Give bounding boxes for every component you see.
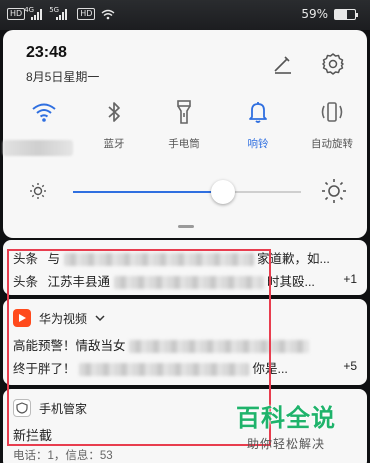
notification-toutiao[interactable]: 头条 与 家道歉，如... 头条 江苏丰县通 时其殴... +1 [3,240,367,295]
redacted-text [63,253,254,267]
watermark-title: 百科全说 [236,404,336,432]
brightness-low-icon [30,183,46,199]
clock-date: 8月5日星期一 [26,70,100,84]
status-bar: HD 4G 5G HD 59% [0,0,370,30]
hd-badge: HD [7,8,26,20]
notification-count: +5 [343,359,357,373]
app-name: 手机管家 [39,401,88,416]
battery-icon [334,8,358,20]
notification-title: 新拦截 [13,428,53,443]
tile-label: 蓝牙 [103,138,125,150]
notification-text-start: 与 [47,252,61,266]
notification-prefix: 头条 [13,275,39,289]
notification-text-start: 高能预警！情敌当女 [13,339,126,353]
signal-icon: 5G [49,6,68,20]
notification-text-start: 终于胖了！ [13,362,76,376]
tile-auto-rotate[interactable]: 自动旋转 [297,98,367,151]
notification-app-header: 华为视频 [13,309,105,327]
notification-text-end: 时其殴... [266,275,315,289]
battery-percent: 59% [301,7,328,21]
redacted-text [129,340,309,354]
notification-row: 终于胖了！ 你是... [13,358,288,377]
chevron-down-icon[interactable] [95,313,105,323]
redacted-text [113,276,264,290]
notification-row: 头条 与 家道歉，如... [13,248,330,267]
notification-row: 头条 江苏丰县通 时其殴... [13,271,315,290]
wifi-status-icon [101,9,115,19]
rotate-icon [321,102,343,122]
redacted-text [79,363,249,377]
brightness-slider[interactable] [73,180,301,204]
notification-prefix: 头条 [13,252,39,266]
tile-wifi[interactable] [9,98,79,126]
notification-app-header: 手机管家 [13,399,87,417]
brightness-control [3,170,367,214]
panel-drag-handle[interactable] [178,225,194,228]
gear-icon[interactable] [320,51,346,77]
tile-label: 手电筒 [168,138,200,150]
bell-icon [249,102,267,123]
huawei-video-app-icon [13,309,31,327]
bluetooth-icon [108,102,120,122]
wifi-network-name-redacted [3,140,73,156]
notification-text-end: 你是... [252,362,288,376]
notification-row: 高能预警！情敌当女 [13,335,309,354]
status-icons-right: 59% [301,7,358,21]
signal-icon: 4G [24,6,43,20]
tile-flashlight[interactable]: 手电筒 [149,98,219,151]
network-type-label: 4G [24,5,35,14]
notification-count: +1 [343,272,357,286]
edit-icon[interactable] [271,52,295,76]
tile-ringer[interactable]: 响铃 [223,98,293,151]
brightness-slider-fill [73,191,224,193]
watermark: 百科全说 助你轻松解决 [236,398,336,452]
tile-label: 自动旋转 [311,138,353,150]
status-icons-left: HD 4G 5G HD [7,6,115,20]
notification-text-end: 家道歉，如... [256,252,330,266]
quick-settings-panel: 23:48 8月5日星期一 蓝牙 手电筒 响铃 自动旋转 [3,30,367,238]
tile-bluetooth[interactable]: 蓝牙 [79,98,149,151]
flashlight-icon [177,100,191,124]
brightness-high-icon [322,179,346,203]
tile-label: 响铃 [247,138,269,150]
phone-manager-app-icon [13,399,31,417]
brightness-slider-thumb[interactable] [211,180,236,204]
hd-badge: HD [77,8,96,20]
watermark-subtitle: 助你轻松解决 [246,437,325,451]
app-name: 华为视频 [39,311,88,326]
notification-huawei-video[interactable]: 华为视频 高能预警！情敌当女 终于胖了！ 你是... +5 [3,299,367,385]
wifi-icon [32,103,56,122]
network-type-label: 5G [49,5,60,14]
clock-time: 23:48 [26,44,67,61]
notification-text-start: 江苏丰县通 [47,275,111,289]
notification-detail: 电话：1，信息：53 [13,450,113,462]
